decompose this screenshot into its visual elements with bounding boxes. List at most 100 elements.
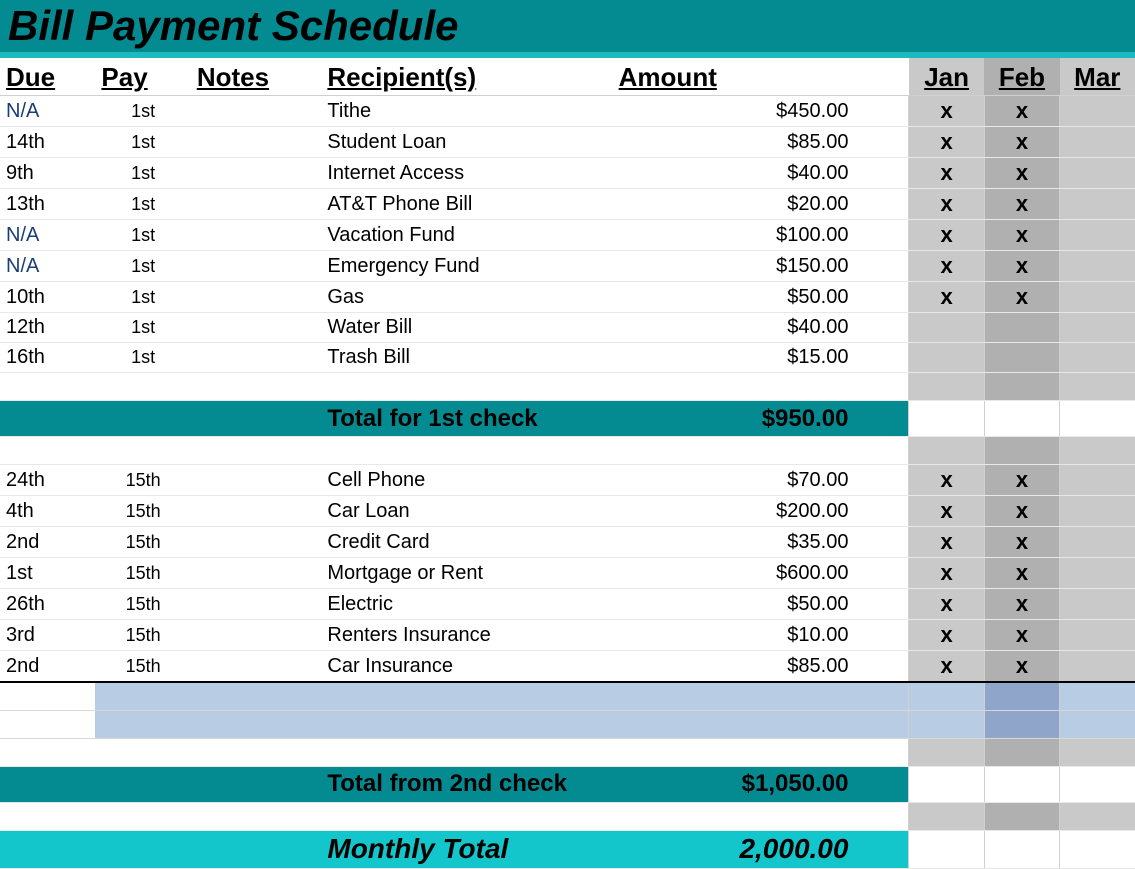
cell-pay[interactable]: 15th	[95, 527, 190, 558]
cell-notes[interactable]	[191, 343, 322, 373]
cell-feb[interactable]: x	[984, 127, 1059, 158]
cell-pay[interactable]: 15th	[95, 558, 190, 589]
cell-jan[interactable]: x	[909, 127, 984, 158]
cell-amount[interactable]: $450.00	[613, 96, 909, 127]
cell-amount[interactable]: $40.00	[613, 313, 909, 343]
cell-mar[interactable]	[1060, 589, 1135, 620]
cell-amount[interactable]: $200.00	[613, 496, 909, 527]
table-row[interactable]: 14th1stStudent Loan$85.00xx	[0, 127, 1135, 158]
cell-recipient[interactable]: Mortgage or Rent	[321, 558, 612, 589]
cell-amount[interactable]: $35.00	[613, 527, 909, 558]
cell-notes[interactable]	[191, 558, 322, 589]
cell-feb[interactable]	[984, 343, 1059, 373]
cell-mar[interactable]	[1060, 620, 1135, 651]
cell-feb[interactable]: x	[984, 251, 1059, 282]
cell-due[interactable]: 24th	[0, 465, 95, 496]
table-row[interactable]: N/A1stTithe$450.00xx	[0, 96, 1135, 127]
cell-due[interactable]: N/A	[0, 251, 95, 282]
cell-feb[interactable]: x	[984, 189, 1059, 220]
table-row[interactable]: 13th1stAT&T Phone Bill$20.00xx	[0, 189, 1135, 220]
table-row[interactable]: 10th1stGas$50.00xx	[0, 282, 1135, 313]
cell-mar[interactable]	[1060, 251, 1135, 282]
cell-jan[interactable]: x	[909, 282, 984, 313]
cell-pay[interactable]: 1st	[95, 127, 190, 158]
cell-pay[interactable]: 15th	[95, 651, 190, 683]
cell-recipient[interactable]: Car Insurance	[321, 651, 612, 683]
cell-due[interactable]: 10th	[0, 282, 95, 313]
cell-jan[interactable]: x	[909, 620, 984, 651]
cell-feb[interactable]	[984, 313, 1059, 343]
selection-row[interactable]	[0, 710, 1135, 738]
cell-notes[interactable]	[191, 220, 322, 251]
cell-feb[interactable]: x	[984, 496, 1059, 527]
cell-amount[interactable]: $15.00	[613, 343, 909, 373]
table-row[interactable]: 16th1stTrash Bill$15.00	[0, 343, 1135, 373]
cell-pay[interactable]: 1st	[95, 343, 190, 373]
cell-mar[interactable]	[1060, 651, 1135, 683]
cell-mar[interactable]	[1060, 313, 1135, 343]
cell-notes[interactable]	[191, 127, 322, 158]
cell-pay[interactable]: 1st	[95, 313, 190, 343]
cell-mar[interactable]	[1060, 220, 1135, 251]
cell-notes[interactable]	[191, 189, 322, 220]
cell-recipient[interactable]: Internet Access	[321, 158, 612, 189]
cell-jan[interactable]: x	[909, 527, 984, 558]
cell-amount[interactable]: $600.00	[613, 558, 909, 589]
table-row[interactable]: 24th15thCell Phone$70.00xx	[0, 465, 1135, 496]
cell-jan[interactable]: x	[909, 558, 984, 589]
cell-mar[interactable]	[1060, 189, 1135, 220]
cell-feb[interactable]: x	[984, 158, 1059, 189]
cell-recipient[interactable]: Tithe	[321, 96, 612, 127]
col-feb[interactable]: Feb	[984, 58, 1059, 96]
table-row[interactable]: 26th15thElectric$50.00xx	[0, 589, 1135, 620]
table-row[interactable]: 2nd15thCredit Card$35.00xx	[0, 527, 1135, 558]
cell-feb[interactable]: x	[984, 96, 1059, 127]
cell-due[interactable]: 13th	[0, 189, 95, 220]
cell-mar[interactable]	[1060, 282, 1135, 313]
cell-mar[interactable]	[1060, 96, 1135, 127]
table-row[interactable]: 2nd15thCar Insurance$85.00xx	[0, 651, 1135, 683]
cell-amount[interactable]: $20.00	[613, 189, 909, 220]
cell-amount[interactable]: $100.00	[613, 220, 909, 251]
cell-jan[interactable]	[909, 343, 984, 373]
cell-pay[interactable]: 1st	[95, 96, 190, 127]
cell-pay[interactable]: 1st	[95, 220, 190, 251]
cell-recipient[interactable]: Gas	[321, 282, 612, 313]
cell-feb[interactable]: x	[984, 220, 1059, 251]
col-amount[interactable]: Amount	[613, 58, 909, 96]
cell-pay[interactable]: 1st	[95, 158, 190, 189]
selection-row[interactable]	[0, 682, 1135, 710]
cell-recipient[interactable]: AT&T Phone Bill	[321, 189, 612, 220]
cell-pay[interactable]: 1st	[95, 282, 190, 313]
cell-amount[interactable]: $85.00	[613, 651, 909, 683]
table-row[interactable]: N/A1stEmergency Fund$150.00xx	[0, 251, 1135, 282]
table-row[interactable]: N/A1stVacation Fund$100.00xx	[0, 220, 1135, 251]
cell-due[interactable]: N/A	[0, 220, 95, 251]
col-mar[interactable]: Mar	[1060, 58, 1135, 96]
cell-amount[interactable]: $50.00	[613, 589, 909, 620]
cell-due[interactable]: 9th	[0, 158, 95, 189]
table-row[interactable]: 9th1stInternet Access$40.00xx	[0, 158, 1135, 189]
col-jan[interactable]: Jan	[909, 58, 984, 96]
cell-pay[interactable]: 15th	[95, 620, 190, 651]
cell-jan[interactable]: x	[909, 496, 984, 527]
cell-due[interactable]: N/A	[0, 96, 95, 127]
cell-mar[interactable]	[1060, 496, 1135, 527]
cell-recipient[interactable]: Car Loan	[321, 496, 612, 527]
cell-amount[interactable]: $50.00	[613, 282, 909, 313]
cell-jan[interactable]: x	[909, 589, 984, 620]
cell-jan[interactable]: x	[909, 158, 984, 189]
cell-notes[interactable]	[191, 496, 322, 527]
cell-feb[interactable]: x	[984, 651, 1059, 683]
cell-jan[interactable]: x	[909, 189, 984, 220]
col-pay[interactable]: Pay	[95, 58, 190, 96]
cell-feb[interactable]: x	[984, 589, 1059, 620]
col-due[interactable]: Due	[0, 58, 95, 96]
cell-feb[interactable]: x	[984, 620, 1059, 651]
cell-due[interactable]: 2nd	[0, 651, 95, 683]
cell-amount[interactable]: $40.00	[613, 158, 909, 189]
cell-due[interactable]: 1st	[0, 558, 95, 589]
cell-pay[interactable]: 1st	[95, 189, 190, 220]
cell-mar[interactable]	[1060, 527, 1135, 558]
cell-jan[interactable]: x	[909, 220, 984, 251]
